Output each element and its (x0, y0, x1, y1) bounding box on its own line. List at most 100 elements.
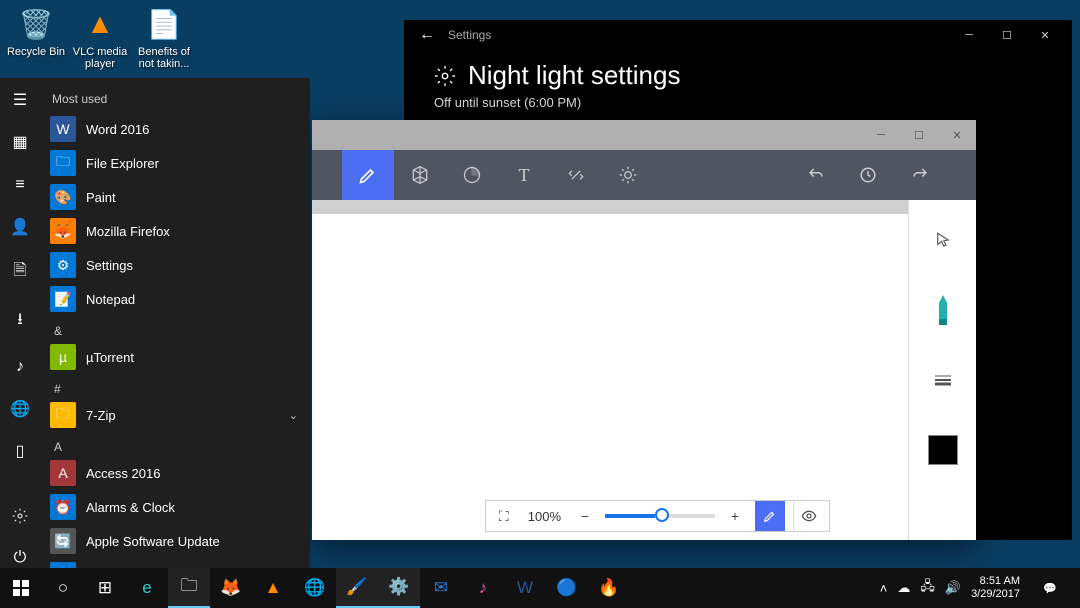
power-button[interactable]: ⏻ (0, 548, 40, 568)
letter-header[interactable]: & (40, 316, 310, 340)
color-picker[interactable] (923, 430, 963, 470)
maximize-button[interactable]: ☐ (988, 21, 1026, 49)
close-button[interactable]: ✕ (1026, 21, 1064, 49)
history-button[interactable] (842, 150, 894, 200)
desktop-icon-doc[interactable]: 📄 Benefits of not takin... (134, 4, 194, 70)
list-item[interactable]: ⚙Settings (40, 248, 310, 282)
taskbar-word[interactable]: W (504, 568, 546, 608)
sticker-tool-tab[interactable] (446, 150, 498, 200)
taskbar-paint3d[interactable]: 🖌️ (336, 568, 378, 608)
undo-button[interactable] (790, 150, 842, 200)
taskbar-vlc[interactable]: ▲ (252, 568, 294, 608)
desktop-icon-label: VLC media player (70, 46, 130, 70)
view-mode-button[interactable] (793, 501, 823, 531)
taskbar-settings[interactable]: ⚙️ (378, 568, 420, 608)
rail-pinned-icon[interactable]: ▦ (0, 132, 40, 152)
text-tool-tab[interactable]: T (498, 150, 550, 200)
list-item-label: Mozilla Firefox (86, 224, 170, 239)
tray-chevron-icon[interactable]: ˄ (880, 581, 888, 596)
taskbar-itunes[interactable]: ♪ (462, 568, 504, 608)
taskbar-chrome[interactable]: 🌐 (294, 568, 336, 608)
canvas-tool-tab[interactable] (550, 150, 602, 200)
taskbar-explorer[interactable]: 🗀 (168, 568, 210, 608)
effects-tool-tab[interactable] (602, 150, 654, 200)
list-item[interactable]: µµTorrent (40, 340, 310, 374)
music-button[interactable]: ♪ (0, 357, 40, 377)
chevron-down-icon: ⌄ (289, 409, 298, 422)
cortana-button[interactable]: ○ (42, 568, 84, 608)
personal-folder-button[interactable]: ▯ (0, 441, 40, 461)
maximize-button[interactable]: ☐ (900, 121, 938, 149)
gear-icon (434, 65, 456, 87)
zoom-slider[interactable] (605, 514, 715, 518)
letter-header[interactable]: A (40, 432, 310, 456)
downloads-button[interactable]: ⭳ (0, 308, 40, 335)
explorer-icon: 🗀 (50, 150, 76, 176)
start-button[interactable] (0, 568, 42, 608)
start-app-list[interactable]: Most used WWord 2016 🗀File Explorer 🎨Pai… (40, 78, 310, 568)
list-item[interactable]: AAccess 2016 (40, 456, 310, 490)
thickness-tool[interactable] (923, 360, 963, 400)
list-item[interactable]: 📝Notepad (40, 282, 310, 316)
taskbar-edge[interactable]: e (126, 568, 168, 608)
apple-update-icon: 🔄 (50, 528, 76, 554)
list-item-label: Paint (86, 190, 116, 205)
list-item[interactable]: ⏰Alarms & Clock (40, 490, 310, 524)
list-item[interactable]: ▢Aquila Technology⌄ (40, 558, 310, 568)
list-item[interactable]: 🔄Apple Software Update (40, 524, 310, 558)
3d-tool-tab[interactable] (394, 150, 446, 200)
settings-heading: Night light settings (434, 60, 1042, 91)
settings-icon: ⚙ (50, 252, 76, 278)
tray-onedrive-icon[interactable]: ☁ (897, 580, 910, 596)
paint-icon: 🎨 (50, 184, 76, 210)
utorrent-icon: µ (50, 344, 76, 370)
minimize-button[interactable]: ─ (950, 21, 988, 49)
back-button[interactable]: ← (412, 26, 442, 44)
marker-tool[interactable] (923, 290, 963, 330)
tray-volume-icon[interactable]: 🔊 (945, 580, 961, 596)
vlc-icon: ▲ (80, 4, 120, 44)
network-button[interactable]: 🌐 (0, 399, 40, 419)
list-item[interactable]: 🎨 Paint (40, 180, 310, 214)
paint3d-window: ─ ☐ ✕ T ⛶ 100% − + (312, 120, 976, 540)
taskbar-app[interactable]: 🔵 (546, 568, 588, 608)
rail-list-icon[interactable]: ≡ (0, 174, 40, 194)
list-item[interactable]: 🗀7-Zip⌄ (40, 398, 310, 432)
cursor-tool[interactable] (923, 220, 963, 260)
system-tray: ˄ ☁ 🖧 🔊 8:51 AM 3/29/2017 💬 (880, 568, 1080, 608)
brush-tool-tab[interactable] (342, 150, 394, 200)
documents-button[interactable]: 🗎 (0, 259, 40, 286)
desktop-icon-label: Recycle Bin (6, 46, 66, 58)
taskbar-firefox[interactable]: 🦊 (210, 568, 252, 608)
taskbar-app2[interactable]: 🔥 (588, 568, 630, 608)
canvas[interactable] (312, 214, 908, 540)
word-icon: W (50, 116, 76, 142)
tray-network-icon[interactable]: 🖧 (920, 577, 935, 599)
zoom-percent: 100% (524, 509, 565, 524)
paint3d-titlebar[interactable]: ─ ☐ ✕ (312, 120, 976, 150)
taskbar-clock[interactable]: 8:51 AM 3/29/2017 (971, 575, 1020, 601)
zoom-in-button[interactable]: + (723, 504, 747, 528)
list-item[interactable]: 🦊Mozilla Firefox (40, 214, 310, 248)
settings-title: Settings (442, 28, 950, 42)
list-item[interactable]: 🗀File Explorer (40, 146, 310, 180)
settings-button[interactable] (0, 506, 40, 526)
clock-time: 8:51 AM (971, 575, 1020, 588)
desktop-icon-label: Benefits of not takin... (134, 46, 194, 70)
task-view-button[interactable]: ⊞ (84, 568, 126, 608)
close-button[interactable]: ✕ (938, 121, 976, 149)
desktop-icon-vlc[interactable]: ▲ VLC media player (70, 4, 130, 70)
action-center-button[interactable]: 💬 (1030, 568, 1070, 608)
hamburger-button[interactable]: ☰ (0, 90, 40, 110)
zoom-out-button[interactable]: − (573, 504, 597, 528)
desktop-icon-recycle-bin[interactable]: 🗑️ Recycle Bin (6, 4, 66, 58)
fit-screen-button[interactable]: ⛶ (492, 504, 516, 528)
user-account-button[interactable]: 👤 (0, 217, 40, 237)
canvas-area: ⛶ 100% − + (312, 200, 908, 540)
redo-button[interactable] (894, 150, 946, 200)
taskbar-outlook[interactable]: ✉ (420, 568, 462, 608)
letter-header[interactable]: # (40, 374, 310, 398)
list-item[interactable]: WWord 2016 (40, 112, 310, 146)
minimize-button[interactable]: ─ (862, 121, 900, 149)
brush-mode-button[interactable] (755, 501, 785, 531)
